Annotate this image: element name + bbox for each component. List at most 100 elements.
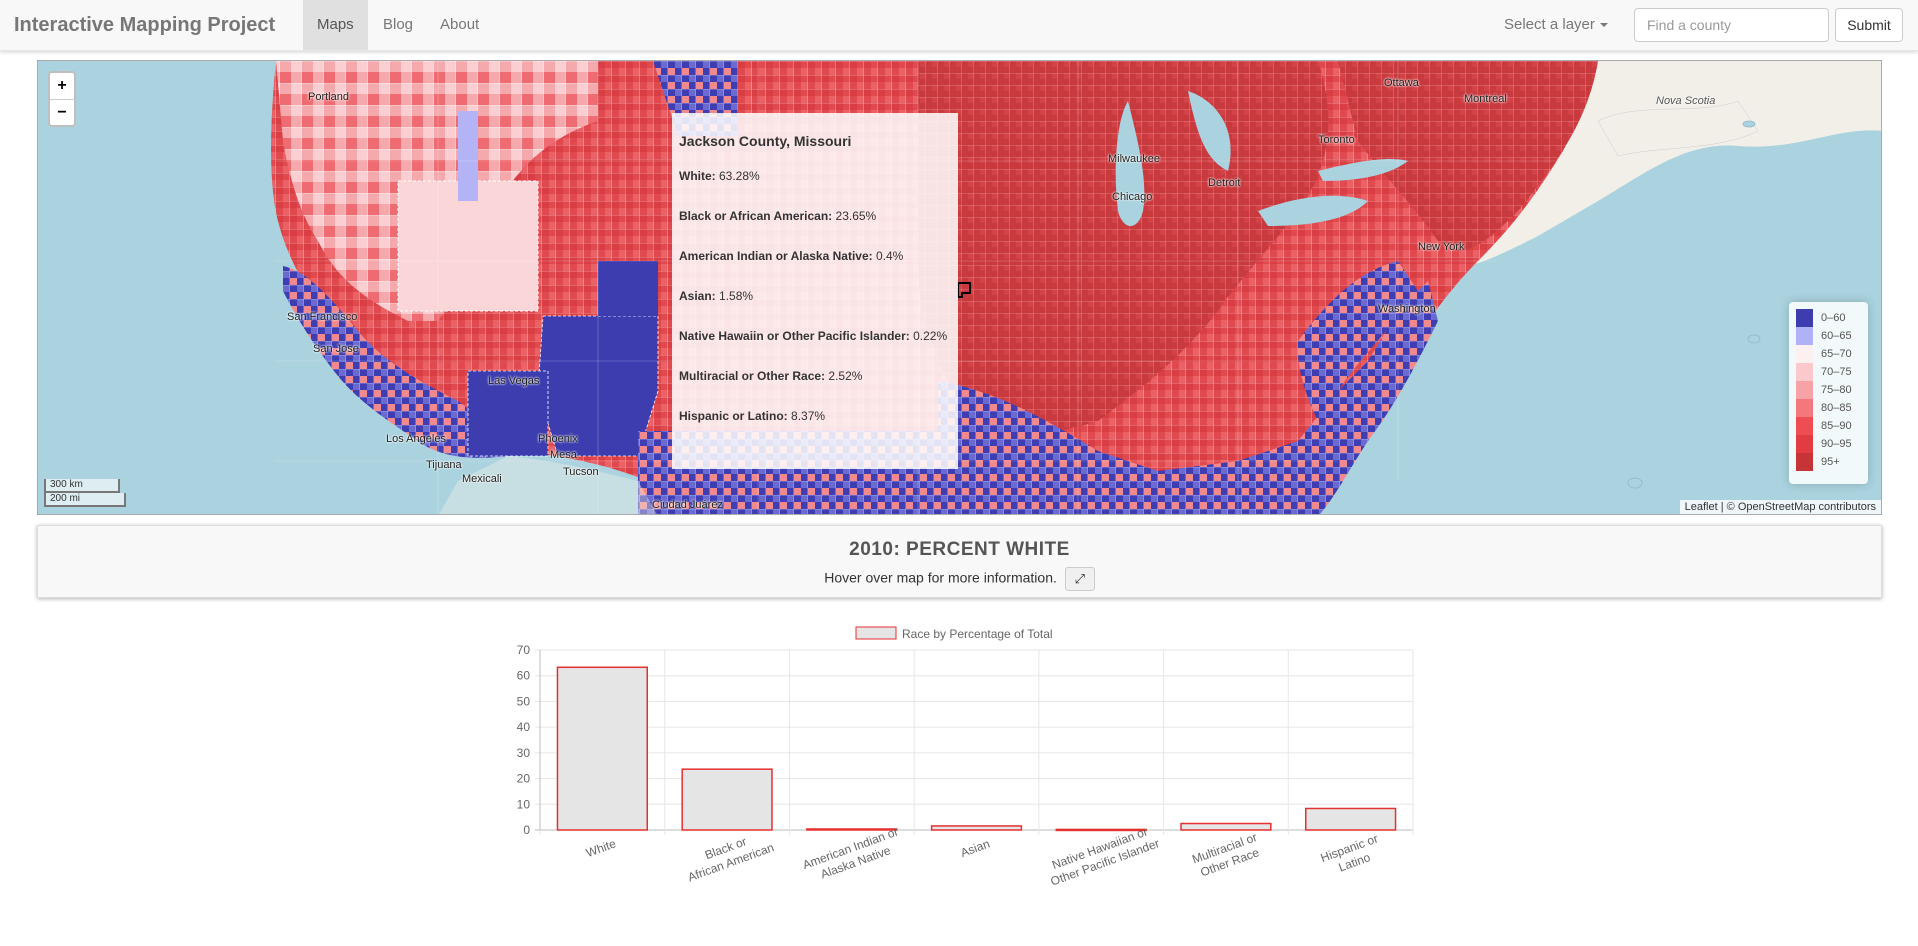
place-label: Nova Scotia — [1656, 95, 1716, 107]
place-label: Detroit — [1208, 177, 1241, 189]
legend-item: 0–60 — [1796, 309, 1861, 327]
y-tick-label: 10 — [517, 797, 531, 811]
caret-down-icon — [1599, 23, 1608, 28]
nav-maps[interactable]: Maps — [303, 0, 368, 50]
legend-swatch — [1796, 399, 1813, 417]
x-tick-label: Hispanic orLatino — [1319, 831, 1385, 879]
legend-item: 80–85 — [1796, 399, 1861, 417]
tooltip-row: Hispanic or Latino: 8.37% — [679, 409, 951, 423]
place-label: Mexicali — [462, 473, 502, 485]
legend-swatch — [1796, 363, 1813, 381]
county-search-input[interactable] — [1634, 8, 1829, 42]
legend-item: 85–90 — [1796, 417, 1861, 435]
tooltip-row-label: Black or African American: — [679, 209, 833, 223]
place-label: Tijuana — [426, 459, 462, 471]
nav-about[interactable]: About — [426, 0, 493, 50]
place-label: San Francisco — [287, 311, 358, 323]
leaflet-link[interactable]: Leaflet — [1685, 501, 1718, 513]
zoom-out-button[interactable]: − — [50, 99, 74, 125]
x-tick-label: American Indian orAlaska Native — [801, 824, 906, 886]
chart-bar — [556, 666, 649, 831]
place-label: Chicago — [1112, 191, 1153, 203]
chart-bar — [1180, 822, 1272, 831]
scale-bar-km: 300 km — [44, 479, 120, 493]
legend-swatch — [1796, 345, 1813, 363]
map-base — [38, 61, 1881, 514]
place-label: San Jose — [313, 343, 359, 355]
legend-item: 65–70 — [1796, 345, 1861, 363]
legend-swatch — [1796, 381, 1813, 399]
chart-legend-swatch — [855, 626, 897, 640]
tooltip-title: Jackson County, Missouri — [679, 133, 852, 149]
legend-label: 65–70 — [1821, 348, 1852, 360]
place-label: Toronto — [1318, 134, 1355, 146]
legend-label: 70–75 — [1821, 366, 1852, 378]
chart-bar — [1304, 807, 1397, 831]
x-tick-label: White — [584, 836, 618, 860]
x-tick-label: Asian — [959, 837, 992, 860]
tooltip-row-label: Native Hawaiin or Other Pacific Islander… — [679, 329, 910, 343]
place-label: Las Vegas — [488, 375, 540, 387]
race-bar-chart: Race by Percentage of Total 0 10 20 30 40 50 60… — [517, 626, 1414, 889]
info-subtitle-row: Hover over map for more information. ⤢ — [38, 567, 1881, 591]
legend-label: 95+ — [1821, 456, 1840, 468]
layer-title: 2010: PERCENT WHITE — [849, 539, 1070, 560]
place-label: Montréal — [1464, 93, 1507, 105]
x-tick-label: Native Hawaiian orOther Pacific Islander — [1044, 822, 1162, 888]
brand-title[interactable]: Interactive Mapping Project — [14, 14, 275, 37]
county-info-tooltip: Jackson County, Missouri White: 63.28% B… — [672, 113, 958, 469]
legend-swatch — [1796, 453, 1813, 471]
chart-bar — [681, 768, 773, 831]
tooltip-row: American Indian or Alaska Native: 0.4% — [679, 249, 951, 263]
legend-label: 80–85 — [1821, 402, 1852, 414]
legend-item: 90–95 — [1796, 435, 1861, 453]
legend-swatch — [1796, 435, 1813, 453]
scale-bar-mi: 200 mi — [44, 493, 126, 507]
zoom-in-button[interactable]: + — [50, 73, 74, 99]
hover-hint: Hover over map for more information. — [824, 569, 1057, 586]
choropleth-map[interactable]: Ottawa Montréal Nova Scotia Toronto Chic… — [37, 60, 1882, 515]
tooltip-row-value: 0.4% — [875, 249, 904, 263]
place-label: New York — [1418, 241, 1465, 253]
tooltip-row-value: 2.52% — [828, 369, 863, 383]
map-attribution: Leaflet | © OpenStreetMap contributors — [1679, 500, 1881, 514]
info-panel: 2010: PERCENT WHITE Hover over map for m… — [37, 525, 1882, 598]
place-label: Mesa — [550, 449, 577, 461]
y-tick-label: 40 — [517, 720, 531, 734]
tooltip-row-value: 23.65% — [835, 209, 877, 223]
nav-blog[interactable]: Blog — [369, 0, 427, 50]
y-tick-label: 20 — [517, 772, 531, 786]
place-label: Portland — [308, 91, 349, 103]
expand-icon: ⤢ — [1074, 571, 1085, 586]
expand-button[interactable]: ⤢ — [1064, 567, 1095, 591]
place-label: Ciudad Juárez — [652, 499, 723, 511]
osm-link[interactable]: OpenStreetMap contributors — [1738, 501, 1876, 513]
chart-legend-label: Race by Percentage of Total — [902, 627, 1053, 641]
layer-dropdown-label: Select a layer — [1504, 16, 1595, 33]
x-tick-label-line: White — [584, 836, 618, 860]
tooltip-row: Multiracial or Other Race: 2.52% — [679, 369, 951, 383]
tooltip-row-label: White: — [679, 169, 716, 183]
legend-label: 60–65 — [1821, 330, 1852, 342]
legend-swatch — [1796, 327, 1813, 345]
submit-button[interactable]: Submit — [1835, 8, 1903, 42]
map-legend: 0–60 60–65 65–70 70–75 75–80 80–85 85–90 90–95 9… — [1789, 302, 1868, 484]
place-label: Ottawa — [1384, 77, 1419, 89]
tooltip-row-label: Multiracial or Other Race: — [679, 369, 826, 383]
tooltip-row-label: American Indian or Alaska Native: — [679, 249, 873, 263]
legend-swatch — [1796, 309, 1813, 327]
legend-label: 90–95 — [1821, 438, 1852, 450]
chart-bar — [930, 825, 1023, 831]
x-tick-label-line: Asian — [959, 837, 992, 860]
tooltip-row-value: 0.22% — [913, 329, 948, 343]
tooltip-row-label: Asian: — [679, 289, 716, 303]
tooltip-row: Asian: 1.58% — [679, 289, 951, 303]
x-tick-label: Black orAfrican American — [681, 826, 776, 884]
legend-label: 75–80 — [1821, 384, 1852, 396]
x-tick-label: Multiracial orOther Race — [1190, 830, 1264, 881]
place-label: Phoenix — [538, 433, 578, 445]
layer-dropdown[interactable]: Select a layer — [1490, 0, 1622, 50]
tooltip-row-value: 8.37% — [791, 409, 826, 423]
legend-item: 75–80 — [1796, 381, 1861, 399]
y-tick-label: 60 — [517, 669, 531, 683]
